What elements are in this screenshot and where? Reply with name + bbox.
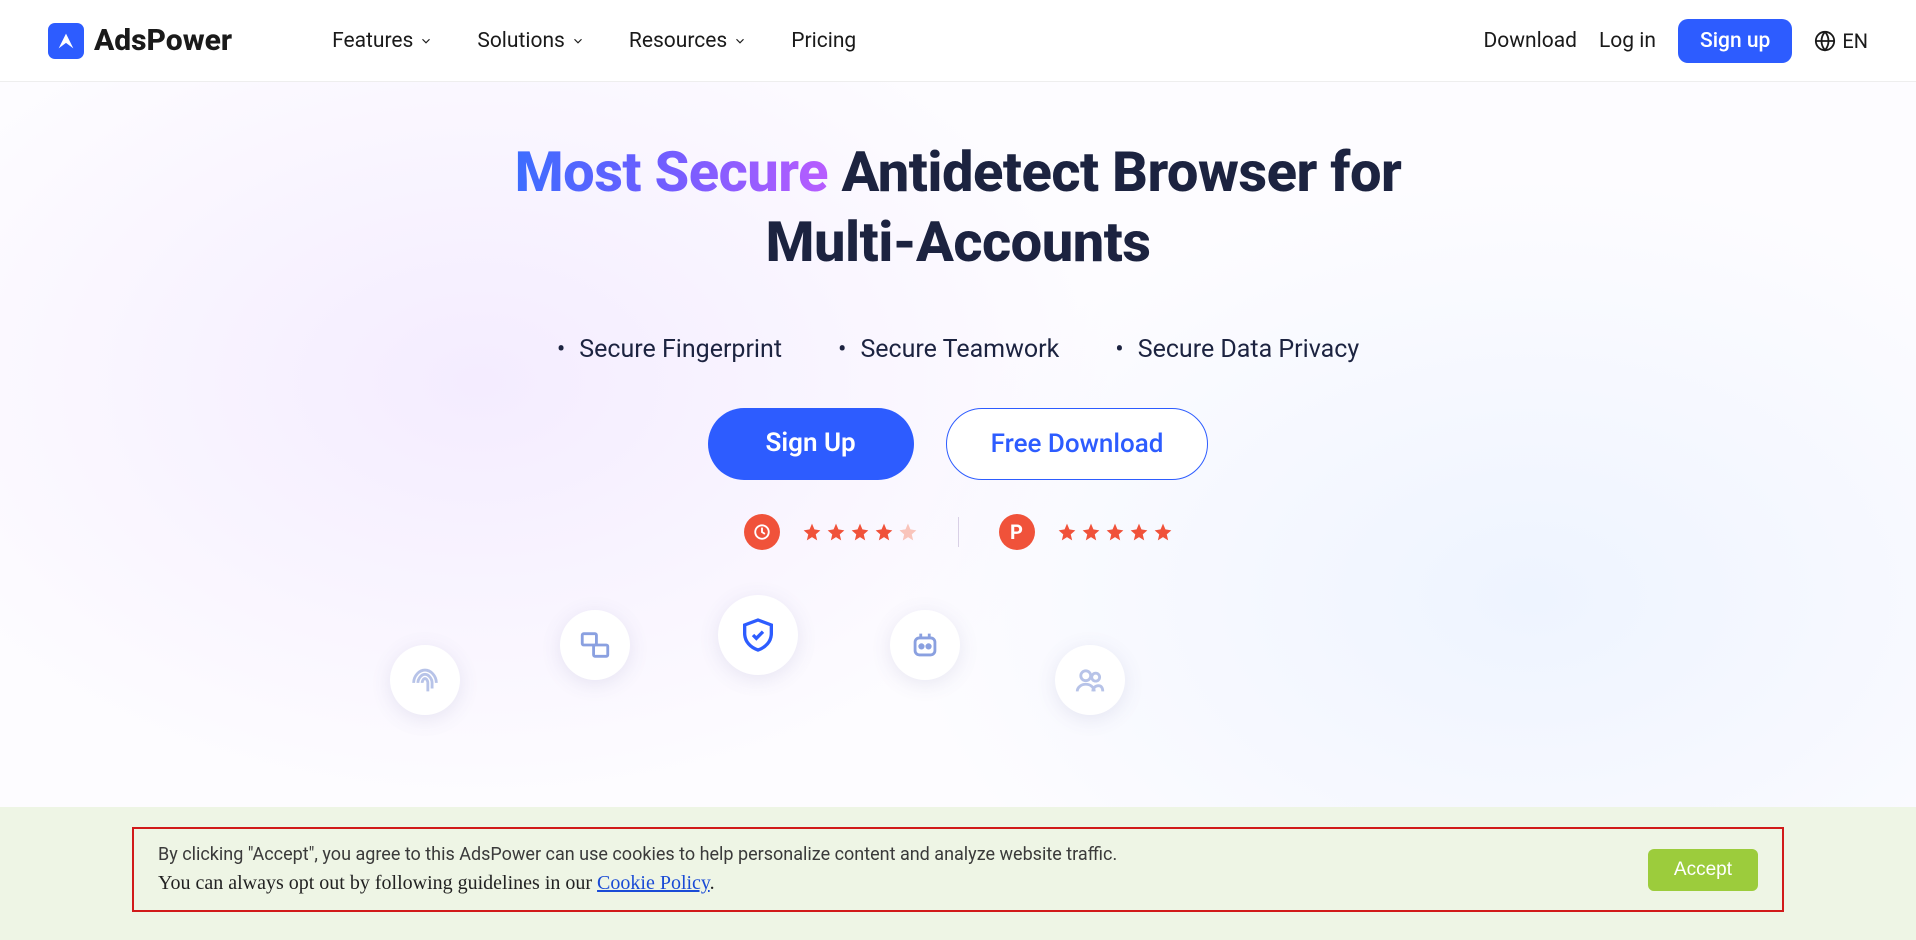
cookie-policy-link[interactable]: Cookie Policy — [597, 872, 710, 894]
devices-icon — [578, 628, 612, 662]
site-header: AdsPower Features Solutions Resources Pr… — [0, 0, 1916, 82]
brand-logo-mark-icon — [48, 23, 84, 59]
star-half-icon — [898, 522, 918, 542]
star-icon — [826, 522, 846, 542]
brand-name: AdsPower — [94, 23, 232, 58]
main-nav: Features Solutions Resources Pricing — [332, 29, 856, 53]
feature-bubble-shield — [718, 595, 798, 675]
nav-item-features[interactable]: Features — [332, 29, 433, 53]
cookie-text: By clicking "Accept", you agree to this … — [158, 841, 1117, 898]
star-icon — [850, 522, 870, 542]
star-icon — [802, 522, 822, 542]
hero-bullet: Secure Teamwork — [838, 335, 1059, 364]
g2-stars — [802, 522, 918, 542]
brand-logo[interactable]: AdsPower — [48, 23, 232, 59]
cookie-accept-button[interactable]: Accept — [1648, 849, 1758, 891]
shield-check-icon — [738, 615, 778, 655]
star-icon — [874, 522, 894, 542]
robot-icon — [908, 628, 942, 662]
language-switcher[interactable]: EN — [1814, 29, 1868, 53]
hero-title-rest1: Antidetect Browser for — [828, 139, 1401, 205]
signup-button[interactable]: Sign up — [1678, 19, 1792, 63]
rating-g2[interactable] — [744, 514, 918, 550]
hero-bullet: Secure Fingerprint — [557, 335, 782, 364]
fingerprint-icon — [408, 663, 442, 697]
star-icon — [1057, 522, 1077, 542]
cookie-text-line2: You can always opt out by following guid… — [158, 868, 1117, 898]
hero-title-rest2: Multi-Accounts — [765, 209, 1150, 275]
hero-bullets: Secure Fingerprint Secure Teamwork Secur… — [0, 335, 1916, 364]
feature-bubble-devices — [560, 610, 630, 680]
g2-badge-icon — [744, 514, 780, 550]
hero-bullet: Secure Data Privacy — [1115, 335, 1359, 364]
nav-label: Features — [332, 29, 413, 53]
language-code: EN — [1842, 29, 1868, 53]
chevron-down-icon — [571, 34, 585, 48]
cookie-text-line1: By clicking "Accept", you agree to this … — [158, 841, 1117, 868]
feature-bubbles — [0, 610, 1916, 730]
hero-cta-row: Sign Up Free Download — [0, 408, 1916, 480]
nav-item-resources[interactable]: Resources — [629, 29, 747, 53]
feature-bubble-fingerprint — [390, 645, 460, 715]
star-icon — [1105, 522, 1125, 542]
header-right: Download Log in Sign up EN — [1483, 19, 1868, 63]
rating-producthunt[interactable]: P — [999, 514, 1173, 550]
hero-title-gradient: Most Secure — [515, 139, 828, 205]
rating-divider — [958, 517, 959, 547]
download-link[interactable]: Download — [1483, 29, 1577, 53]
ratings-row: P — [0, 514, 1916, 550]
feature-bubble-robot — [890, 610, 960, 680]
cookie-banner: By clicking "Accept", you agree to this … — [0, 807, 1916, 940]
hero-signup-button[interactable]: Sign Up — [708, 408, 914, 480]
producthunt-badge-icon: P — [999, 514, 1035, 550]
nav-item-solutions[interactable]: Solutions — [477, 29, 585, 53]
nav-label: Resources — [629, 29, 727, 53]
nav-label: Pricing — [791, 29, 856, 53]
star-icon — [1153, 522, 1173, 542]
star-icon — [1129, 522, 1149, 542]
login-link[interactable]: Log in — [1599, 29, 1656, 53]
chevron-down-icon — [419, 34, 433, 48]
chevron-down-icon — [733, 34, 747, 48]
hero-title: Most Secure Antidetect Browser for Multi… — [0, 137, 1916, 277]
nav-item-pricing[interactable]: Pricing — [791, 29, 856, 53]
cookie-banner-inner: By clicking "Accept", you agree to this … — [132, 827, 1784, 912]
hero-download-button[interactable]: Free Download — [946, 408, 1209, 480]
star-icon — [1081, 522, 1101, 542]
feature-bubble-users — [1055, 645, 1125, 715]
users-icon — [1073, 663, 1107, 697]
nav-label: Solutions — [477, 29, 565, 53]
globe-icon — [1814, 30, 1836, 52]
ph-stars — [1057, 522, 1173, 542]
